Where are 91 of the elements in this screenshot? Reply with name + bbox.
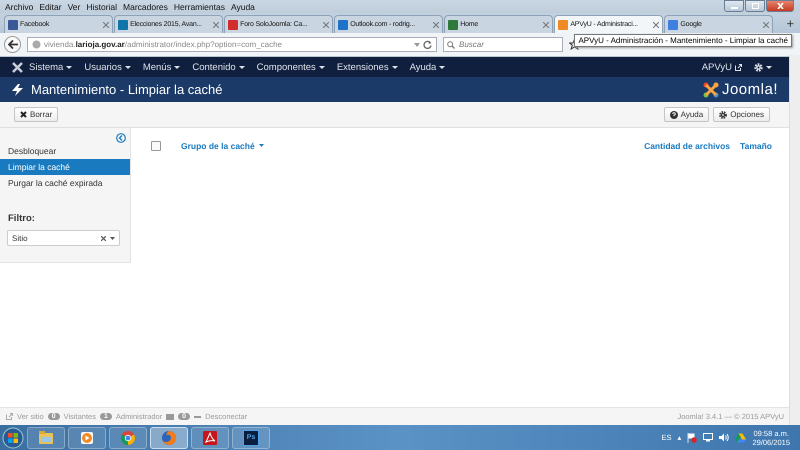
nav-menu-item[interactable]: Ayuda — [404, 62, 452, 72]
document-icon — [202, 430, 218, 446]
external-link-icon — [735, 64, 742, 70]
flag-icon[interactable] — [687, 432, 698, 442]
close-icon[interactable] — [653, 22, 660, 28]
close-button[interactable] — [766, 0, 794, 12]
collapse-icon[interactable] — [116, 133, 126, 143]
menu-item[interactable]: Ayuda — [228, 2, 258, 12]
close-icon[interactable] — [323, 22, 330, 28]
menu-item[interactable]: Marcadores — [120, 2, 171, 12]
clear-icon[interactable] — [101, 236, 106, 240]
speaker-icon[interactable] — [719, 433, 730, 442]
help-icon — [670, 110, 678, 118]
sidebar-item[interactable]: Purgar la caché expirada — [0, 175, 130, 191]
tooltip: APVyU - Administración - Mantenimiento - Limpiar la caché — [574, 34, 792, 47]
scrollbar[interactable] — [789, 55, 800, 425]
menu-item[interactable]: Historial — [83, 2, 120, 12]
menu-item[interactable]: Archivo — [2, 2, 36, 12]
menu-label: Ayuda — [410, 62, 436, 72]
close-icon[interactable] — [103, 22, 110, 28]
settings-icon — [719, 110, 728, 118]
close-icon — [776, 3, 784, 9]
close-icon[interactable] — [763, 22, 770, 28]
minimize-button[interactable] — [724, 0, 744, 12]
maximize-button[interactable] — [745, 0, 765, 12]
options-button[interactable]: Opciones — [713, 107, 770, 122]
column-header[interactable]: Cantidad de archivos — [644, 140, 730, 150]
caret-icon — [766, 66, 772, 68]
minus-icon — [194, 416, 202, 418]
drive-icon[interactable] — [735, 432, 746, 442]
logo-text: Joomla! — [722, 81, 778, 98]
close-icon[interactable] — [213, 22, 220, 28]
joomla-logo-icon — [702, 82, 719, 98]
close-icon[interactable] — [543, 22, 550, 28]
browser-icon — [120, 430, 136, 446]
nav-menu-item[interactable]: Componentes — [250, 62, 331, 72]
menu-item[interactable]: Herramientas — [170, 2, 228, 12]
menu-label: Usuarios — [84, 62, 122, 72]
back-button[interactable] — [4, 36, 21, 53]
help-button[interactable]: Ayuda — [664, 107, 710, 122]
menu-label: Sistema — [29, 62, 64, 72]
external-link-icon — [6, 413, 13, 420]
play-icon — [79, 430, 95, 446]
folder-icon — [38, 430, 54, 446]
filter-label: Filtro: — [8, 213, 36, 224]
restore-icon — [752, 3, 758, 9]
menu-label: Extensiones — [336, 62, 389, 72]
column-header[interactable]: Tamaño — [740, 140, 772, 150]
filter-select[interactable]: Sitio — [7, 230, 120, 246]
select-all-checkbox[interactable] — [151, 140, 161, 150]
caret-icon — [110, 236, 115, 240]
settings-icon — [754, 62, 763, 72]
sidebar-item[interactable]: Limpiar la caché — [0, 159, 130, 175]
back-arrow-icon — [8, 40, 18, 49]
close-icon — [20, 111, 27, 118]
address-field[interactable]: vivienda.larioja.gov.ar/administrator/index.php?option=com_cache — [27, 37, 437, 52]
menu-item[interactable]: Editar — [36, 2, 65, 12]
nav-menu-item[interactable]: Extensiones — [330, 62, 404, 72]
nav-menu-item[interactable]: Usuarios — [78, 62, 137, 72]
reload-icon[interactable] — [423, 40, 432, 49]
sidebar-item[interactable]: Desbloquear — [0, 143, 130, 159]
dropdown-icon[interactable] — [414, 42, 420, 46]
sort-caret-icon — [258, 144, 264, 147]
menu-label: Contenido — [192, 62, 236, 72]
lightning-icon — [12, 84, 23, 96]
menu-label: Componentes — [256, 62, 316, 72]
page-title: Mantenimiento - Limpiar la caché — [31, 82, 222, 97]
new-tab-button[interactable]: + — [780, 16, 800, 33]
column-header[interactable]: Grupo de la caché — [181, 140, 264, 150]
start-button-icon[interactable] — [2, 426, 24, 448]
monitor-icon[interactable] — [703, 433, 714, 442]
joomla-logo-icon — [12, 62, 23, 72]
caret-icon — [124, 66, 131, 68]
caret-icon — [392, 66, 398, 68]
caret-icon — [439, 66, 446, 68]
caret-icon — [238, 66, 245, 68]
menu-label: Menús — [142, 62, 172, 72]
caret-icon — [318, 66, 325, 68]
taskbar-app-button[interactable] — [150, 426, 188, 448]
delete-button[interactable]: Borrar — [14, 107, 58, 122]
url-text: vivienda.larioja.gov.ar/administrator/index.php?option=com_cache — [44, 40, 283, 49]
search-field[interactable]: Buscar — [443, 37, 563, 52]
user-link[interactable]: APVyU — [696, 62, 748, 72]
close-icon[interactable] — [433, 22, 440, 28]
nav-menu-item[interactable]: Contenido — [186, 62, 251, 72]
browser-icon — [161, 430, 177, 446]
nav-menu-item[interactable]: Menús — [136, 62, 186, 72]
nav-menu-item[interactable]: Sistema — [23, 62, 78, 72]
caret-icon — [66, 66, 72, 68]
menu-item[interactable]: Ver — [64, 2, 84, 12]
caret-icon — [174, 66, 180, 68]
